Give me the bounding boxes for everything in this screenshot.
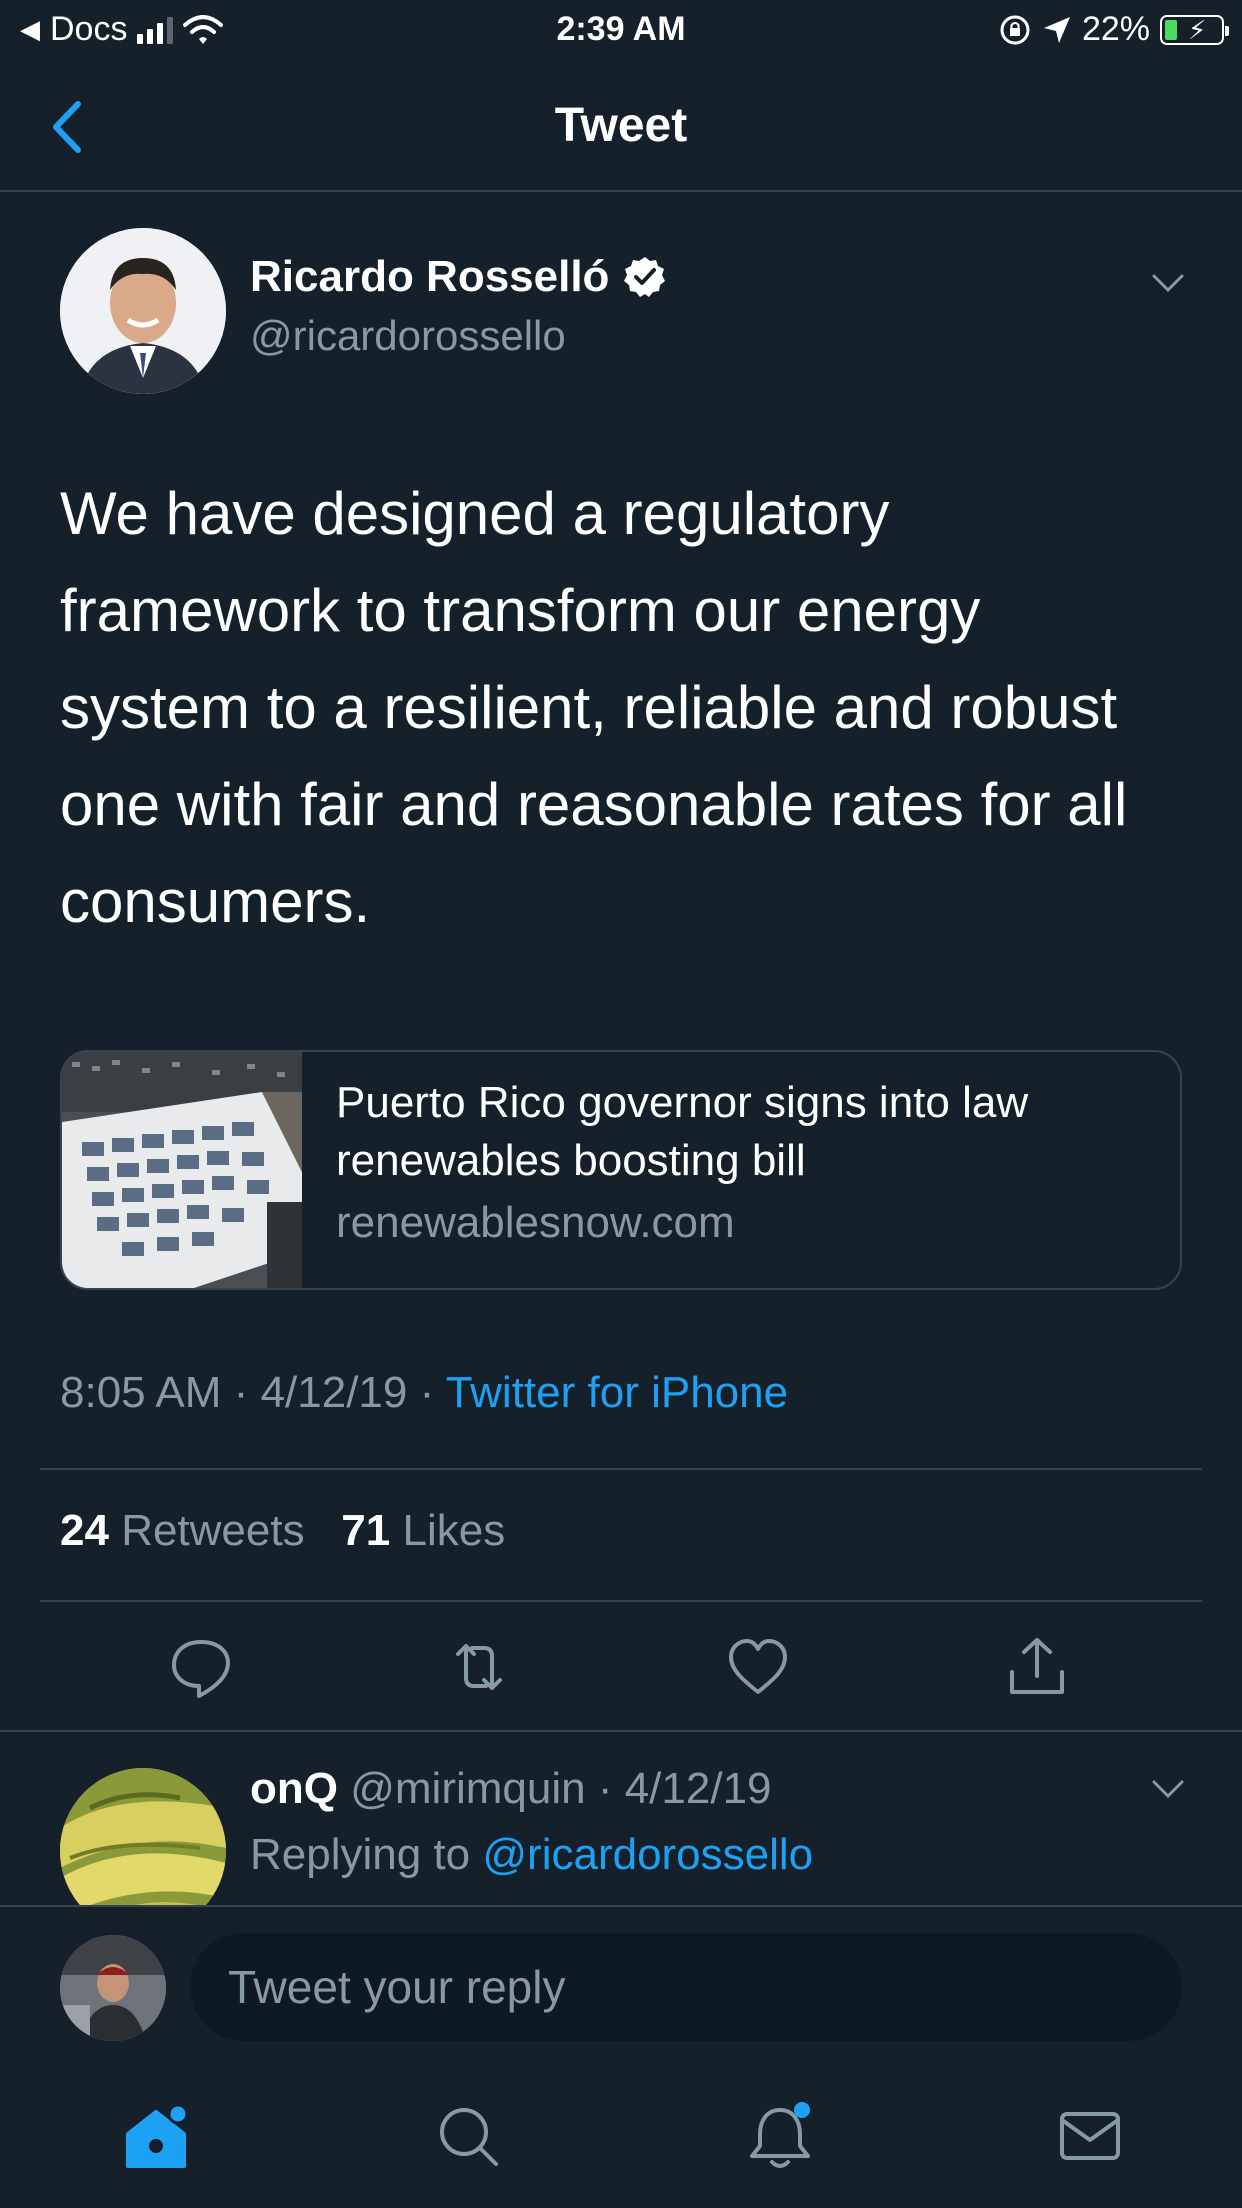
replying-to-label: Replying to: [250, 1830, 471, 1879]
retweet-icon[interactable]: [444, 1632, 514, 1702]
replying-to-handle[interactable]: @ricardorossello: [482, 1830, 813, 1879]
retweets-stat[interactable]: 24 Retweets: [60, 1506, 305, 1555]
divider: [40, 1468, 1202, 1470]
tweet-meta: 8:05 AM · 4/12/19 · Twitter for iPhone: [60, 1368, 788, 1418]
home-icon[interactable]: [120, 2100, 192, 2172]
divider: [0, 1730, 1242, 1732]
current-user-avatar[interactable]: [60, 1935, 166, 2041]
reply-input[interactable]: [190, 1933, 1182, 2041]
tweet-time: 8:05 AM: [60, 1368, 222, 1417]
messages-icon[interactable]: [1054, 2100, 1126, 2172]
page-title: Tweet: [554, 99, 688, 152]
reply-icon[interactable]: [166, 1632, 236, 1702]
share-icon[interactable]: [1002, 1632, 1072, 1702]
replying-to-line: Replying to @ricardorossello: [250, 1830, 813, 1880]
author-avatar[interactable]: [60, 228, 226, 394]
link-card-title: Puerto Rico governor signs into law rene…: [336, 1078, 1029, 1185]
reply-author-name[interactable]: onQ: [250, 1764, 338, 1813]
tweet-text: We have designed a regulatory framework …: [60, 480, 1128, 935]
tweet-source-link[interactable]: Twitter for iPhone: [446, 1368, 788, 1417]
location-arrow-icon: [1043, 16, 1070, 43]
search-icon[interactable]: [432, 2100, 504, 2172]
orientation-lock-icon: [1000, 15, 1030, 44]
status-right: 22% ⚡: [998, 10, 1229, 49]
divider: [40, 1600, 1202, 1602]
author-avatar-image: [60, 228, 226, 394]
notifications-icon[interactable]: [744, 2100, 816, 2172]
chevron-down-icon[interactable]: [1148, 268, 1188, 298]
status-bar: ◀ Docs 2:39 AM 22% ⚡: [0, 0, 1242, 62]
retweets-label: Retweets: [121, 1506, 305, 1555]
nav-bar: Tweet: [0, 62, 1242, 192]
reply-date: 4/12/19: [624, 1764, 772, 1813]
tweet-date: 4/12/19: [260, 1368, 408, 1417]
author-name: Ricardo Rosselló: [250, 252, 610, 301]
retweets-count: 24: [60, 1506, 109, 1555]
battery-percent: 22%: [1081, 10, 1150, 48]
meta-separator: ·: [585, 1764, 625, 1813]
reply-header: onQ @mirimquin · 4/12/19: [250, 1764, 772, 1814]
likes-count: 71: [341, 1506, 391, 1555]
meta-separator: ·: [233, 1368, 261, 1417]
current-user-avatar-image: [60, 1935, 166, 2041]
chevron-down-icon[interactable]: [1148, 1774, 1188, 1804]
meta-separator: ·: [419, 1368, 446, 1417]
tweet-stats: 24 Retweets 71 Likes: [60, 1506, 505, 1556]
author-handle[interactable]: @ricardorossello: [250, 312, 566, 360]
link-card[interactable]: Puerto Rico governor signs into law rene…: [60, 1050, 1182, 1290]
author-name-row[interactable]: Ricardo Rosselló: [250, 252, 667, 302]
link-card-thumbnail: [62, 1052, 302, 1288]
likes-label: Likes: [402, 1506, 506, 1555]
verified-badge-icon: [624, 257, 666, 297]
battery-icon: ⚡: [1160, 14, 1229, 45]
likes-stat[interactable]: 71 Likes: [341, 1506, 505, 1555]
link-card-domain: renewablesnow.com: [336, 1198, 735, 1247]
reply-author-handle[interactable]: @mirimquin: [350, 1764, 585, 1813]
like-icon[interactable]: [723, 1632, 793, 1702]
